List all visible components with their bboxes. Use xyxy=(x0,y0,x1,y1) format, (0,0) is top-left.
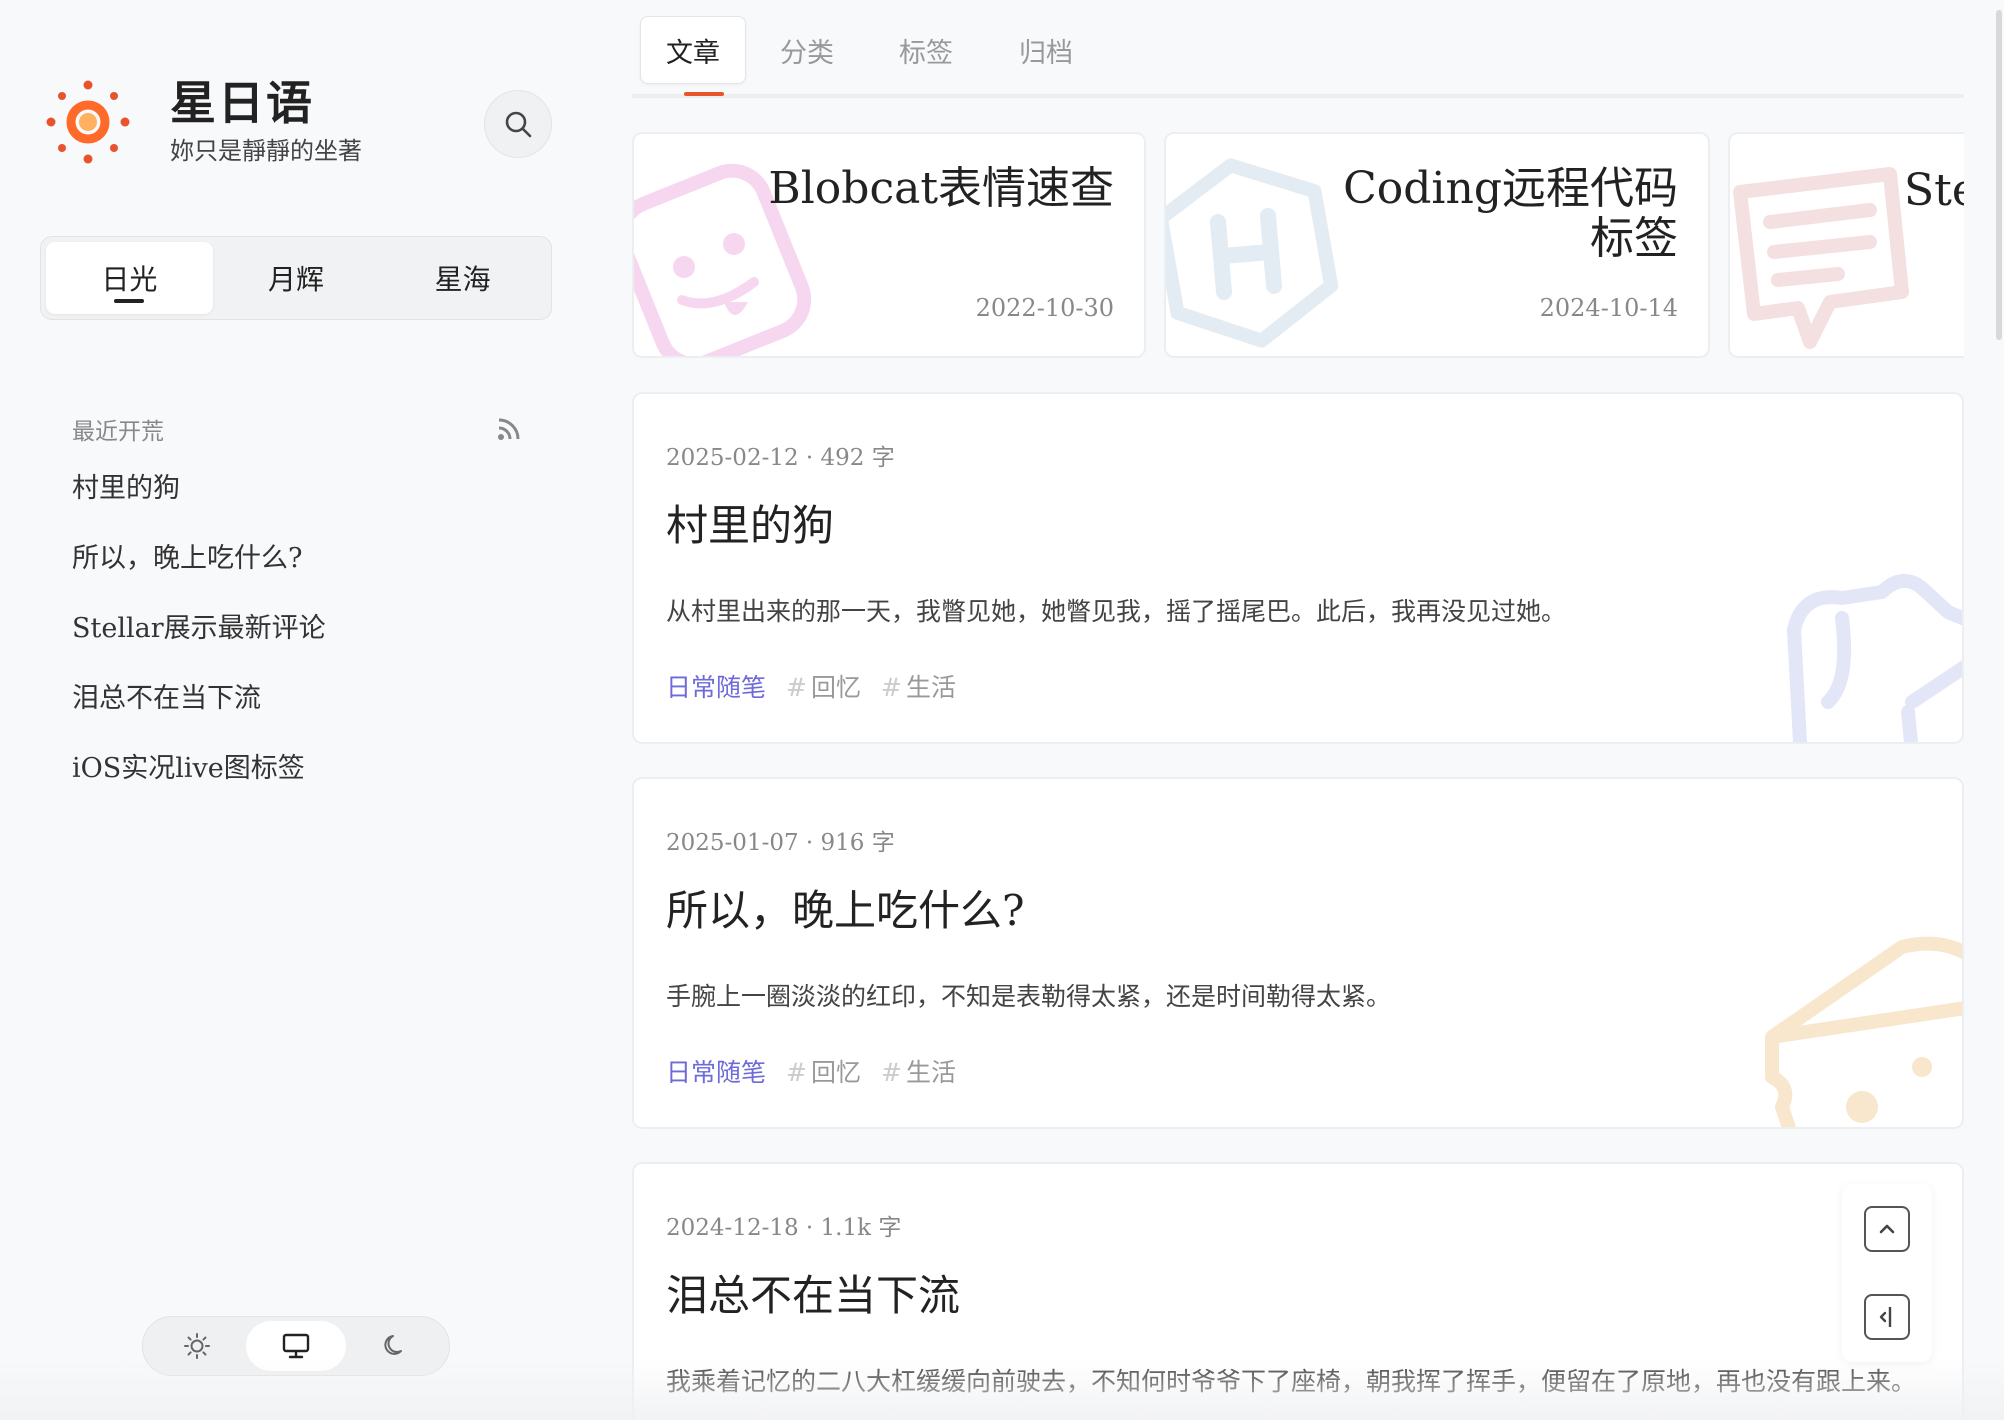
site-subtitle: 妳只是靜靜的坐著 xyxy=(170,136,362,165)
page-scrollbar[interactable] xyxy=(1994,0,2004,1420)
post-tags: 日常随笔 # 回忆 # 生活 xyxy=(666,1053,976,1089)
post-excerpt: 我乘着记忆的二八大杠缓缓向前驶去，不知何时爷爷下了座椅，朝我挥了挥手，便留在了原… xyxy=(666,1367,1917,1396)
chevron-up-icon xyxy=(1879,1224,1895,1234)
post-tag[interactable]: # 回忆 xyxy=(786,1053,861,1089)
post-tag[interactable]: # 生活 xyxy=(881,668,956,704)
back-to-top-button[interactable] xyxy=(1864,1206,1910,1252)
sidebar-section-switch: 日光 月辉 星海 xyxy=(40,236,552,320)
hexagon-h-icon xyxy=(1166,158,1339,348)
tab-articles[interactable]: 文章 xyxy=(640,16,746,84)
topic-card[interactable]: Ste xyxy=(1728,132,1964,358)
site-title: 星日语 xyxy=(170,76,314,131)
topic-card[interactable]: Coding远程代码 标签 2024-10-14 xyxy=(1164,132,1710,358)
sun-logo-icon xyxy=(46,80,130,164)
recent-item[interactable]: iOS实况live图标签 xyxy=(72,746,326,816)
post-card[interactable]: 2025-01-07 · 916 字 所以，晚上吃什么? 手腕上一圈淡淡的红印，… xyxy=(632,777,1964,1129)
post-title[interactable]: 泪总不在当下流 xyxy=(666,1262,960,1323)
recent-header: 最近开荒 xyxy=(72,412,522,446)
post-excerpt: 从村里出来的那一天，我瞥见她，她瞥见我，摇了摇尾巴。此后，我再没见过她。 xyxy=(666,597,1567,626)
monitor-icon xyxy=(282,1333,310,1359)
active-tab-indicator xyxy=(684,92,724,96)
theme-switcher xyxy=(142,1316,450,1376)
post-tag[interactable]: # 生活 xyxy=(881,1053,956,1089)
post-category[interactable]: 日常随笔 xyxy=(666,668,766,704)
sidebar-collapse-icon xyxy=(1879,1307,1892,1327)
moon-icon xyxy=(384,1335,403,1355)
topic-cards: Blobcat表情速查 2022-10-30 Coding远程代码 标签 202… xyxy=(632,130,1964,360)
theme-light-button[interactable] xyxy=(147,1321,246,1371)
segment-moonlight[interactable]: 月辉 xyxy=(213,242,380,314)
theme-system-button[interactable] xyxy=(246,1321,346,1371)
topic-title: Blobcat表情速查 xyxy=(768,163,1114,214)
post-category[interactable]: 日常随笔 xyxy=(666,1053,766,1089)
sun-icon xyxy=(183,1333,210,1359)
post-meta: 2025-02-12 · 492 字 xyxy=(666,445,895,471)
rss-icon[interactable] xyxy=(496,416,522,442)
recent-list: 村里的狗 所以，晚上吃什么? Stellar展示最新评论 泪总不在当下流 iOS… xyxy=(72,466,326,816)
post-meta: 2024-12-18 · 1.1k 字 xyxy=(666,1215,902,1241)
theme-dark-button[interactable] xyxy=(346,1321,445,1371)
main-tabs: 文章 分类 标签 归档 xyxy=(632,14,1964,98)
recent-item[interactable]: 泪总不在当下流 xyxy=(72,676,326,746)
floating-toolbar xyxy=(1842,1184,1932,1362)
post-title[interactable]: 村里的狗 xyxy=(666,492,834,553)
cheese-icon xyxy=(1765,936,1962,1127)
toggle-sidebar-button[interactable] xyxy=(1864,1294,1910,1340)
recent-item[interactable]: Stellar展示最新评论 xyxy=(72,606,326,676)
search-icon xyxy=(505,111,532,138)
post-excerpt: 手腕上一圈淡淡的红印，不知是表勒得太紧，还是时间勒得太紧。 xyxy=(666,982,1392,1011)
post-card[interactable]: 2025-02-12 · 492 字 村里的狗 从村里出来的那一天，我瞥见她，她… xyxy=(632,392,1964,744)
tab-categories[interactable]: 分类 xyxy=(754,16,860,84)
tab-tags[interactable]: 标签 xyxy=(873,16,979,84)
topic-title: Ste xyxy=(1904,165,1964,216)
post-tags: 日常随笔 # 回忆 # 生活 xyxy=(666,668,976,704)
post-title[interactable]: 所以，晚上吃什么? xyxy=(666,877,1025,938)
recent-item[interactable]: 村里的狗 xyxy=(72,466,326,536)
post-tag[interactable]: # 回忆 xyxy=(786,668,861,704)
segment-sunlight[interactable]: 日光 xyxy=(46,242,213,314)
site-brand[interactable]: 星日语 妳只是靜靜的坐著 xyxy=(44,78,362,166)
dog-icon xyxy=(1787,574,1962,742)
comment-bubble-icon xyxy=(1733,167,1909,349)
topic-date: 2024-10-14 xyxy=(1539,294,1678,322)
topic-date: 2022-10-30 xyxy=(975,294,1114,322)
topic-card[interactable]: Blobcat表情速查 2022-10-30 xyxy=(632,132,1146,358)
tab-archive[interactable]: 归档 xyxy=(993,16,1099,84)
search-button[interactable] xyxy=(484,90,552,158)
scrollbar-thumb[interactable] xyxy=(1996,10,2002,340)
post-card[interactable]: 2024-12-18 · 1.1k 字 泪总不在当下流 我乘着记忆的二八大杠缓缓… xyxy=(632,1162,1964,1420)
post-meta: 2025-01-07 · 916 字 xyxy=(666,830,895,856)
sidebar: 星日语 妳只是靜靜的坐著 日光 月辉 星海 最近开荒 村里的狗 所以，晚上吃什么… xyxy=(0,0,600,1420)
recent-item[interactable]: 所以，晚上吃什么? xyxy=(72,536,326,606)
segment-starsea[interactable]: 星海 xyxy=(379,242,546,314)
recent-label: 最近开荒 xyxy=(72,419,164,445)
topic-title: Coding远程代码 标签 xyxy=(1343,163,1678,264)
